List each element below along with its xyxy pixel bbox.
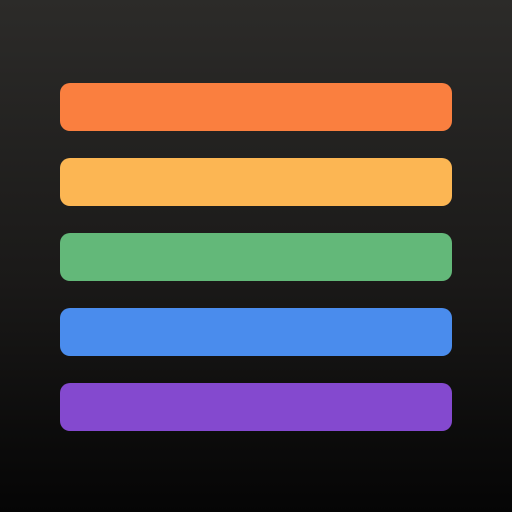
purple-bar	[60, 383, 452, 431]
yellow-bar	[60, 158, 452, 206]
blue-bar	[60, 308, 452, 356]
green-bar	[60, 233, 452, 281]
orange-bar	[60, 83, 452, 131]
app-icon	[0, 0, 512, 512]
